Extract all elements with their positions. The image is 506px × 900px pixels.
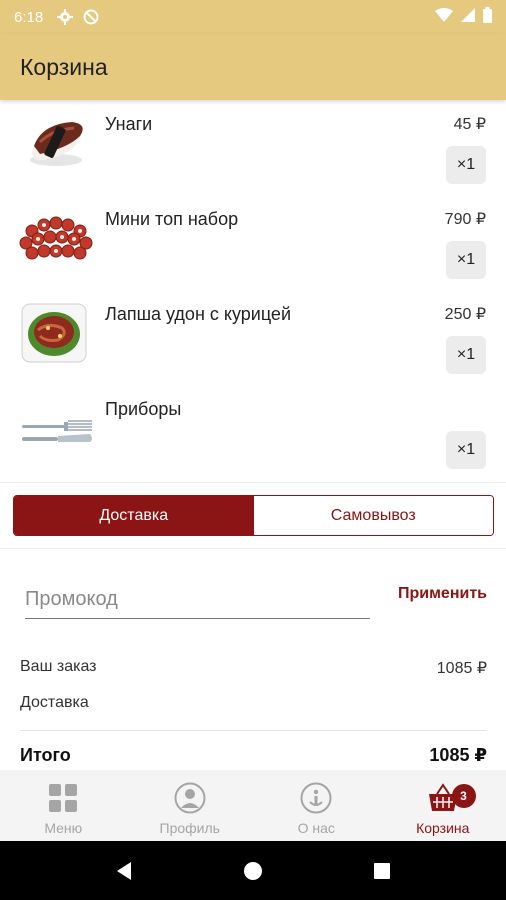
delivery-tab[interactable]: Доставка <box>14 496 254 535</box>
order-subtotal-value: 1085 ₽ <box>436 660 487 677</box>
order-subtotal-label: Ваш заказ <box>20 658 97 675</box>
cart-item-price: 790 ₽ <box>444 211 486 228</box>
page-title: Корзина <box>20 53 108 80</box>
delivery-cost-label: Доставка <box>20 694 89 711</box>
pickup-tab[interactable]: Самовывоз <box>253 496 493 535</box>
app-bar: Корзина <box>0 34 506 100</box>
unagi-sushi-image <box>18 112 94 174</box>
udon-noodles-image <box>18 302 94 364</box>
cart-item-name: Мини топ набор <box>105 209 239 229</box>
total-row: Итого 1085 ₽ <box>20 745 487 766</box>
quantity-button[interactable]: ×1 <box>446 241 486 279</box>
promo-code-input[interactable]: Промокод <box>25 582 370 619</box>
cart-list: Унаги 45 ₽ ×1 Мини топ набор 790 ₽ ×1 Ла… <box>0 100 506 482</box>
info-icon <box>300 782 332 814</box>
nav-item-profile[interactable]: Профиль <box>127 770 254 841</box>
cart-item-unagi[interactable]: Унаги 45 ₽ ×1 <box>0 100 506 195</box>
mini-top-set-image <box>18 207 94 269</box>
recents-icon[interactable] <box>362 851 402 891</box>
apply-promo-button[interactable]: Применить <box>398 585 487 603</box>
back-icon[interactable] <box>104 851 144 891</box>
total-label: Итого <box>20 745 71 765</box>
cellular-signal-icon <box>461 8 475 26</box>
settings-gear-icon <box>57 9 74 25</box>
nav-label: Профиль <box>159 820 220 836</box>
cart-item-mini-top-set[interactable]: Мини топ набор 790 ₽ ×1 <box>0 195 506 290</box>
profile-icon <box>174 782 206 814</box>
cutlery-image <box>18 397 94 459</box>
status-time: 6:18 <box>14 8 44 26</box>
bottom-navigation: Меню Профиль О нас Корзина 3 <box>0 770 506 841</box>
quantity-button[interactable]: ×1 <box>446 146 486 184</box>
nav-item-about[interactable]: О нас <box>253 770 380 841</box>
cart-item-name: Приборы <box>105 399 182 419</box>
divider <box>0 548 506 549</box>
nav-label: О нас <box>297 820 335 836</box>
cart-item-price: 250 ₽ <box>444 306 486 323</box>
cart-item-udon-chicken[interactable]: Лапша удон с курицей 250 ₽ ×1 <box>0 290 506 385</box>
nav-label: Корзина <box>416 820 470 836</box>
divider <box>0 482 506 483</box>
summary-divider <box>20 730 487 731</box>
cart-item-name: Унаги <box>105 114 153 134</box>
nav-item-cart[interactable]: Корзина 3 <box>380 770 506 841</box>
do-not-disturb-icon <box>83 9 99 25</box>
delivery-cost-row: Доставка <box>20 694 487 712</box>
battery-icon <box>483 7 492 27</box>
nav-item-menu[interactable]: Меню <box>0 770 127 841</box>
wifi-icon <box>435 8 453 26</box>
cart-item-cutlery[interactable]: Приборы ×1 <box>0 385 506 480</box>
grid-icon <box>47 782 79 814</box>
system-navigation-bar <box>0 841 506 900</box>
cart-count-badge: 3 <box>451 784 476 808</box>
delivery-method-toggle: Доставка Самовывоз <box>13 495 494 536</box>
total-value: 1085 ₽ <box>429 745 487 765</box>
order-subtotal-row: Ваш заказ 1085 ₽ <box>20 658 487 678</box>
quantity-button[interactable]: ×1 <box>446 431 486 469</box>
cart-item-name: Лапша удон с курицей <box>105 304 291 324</box>
home-icon[interactable] <box>233 851 273 891</box>
status-bar: 6:18 <box>0 0 506 34</box>
quantity-button[interactable]: ×1 <box>446 336 486 374</box>
nav-label: Меню <box>44 820 83 836</box>
cart-item-price: 45 ₽ <box>453 116 486 133</box>
